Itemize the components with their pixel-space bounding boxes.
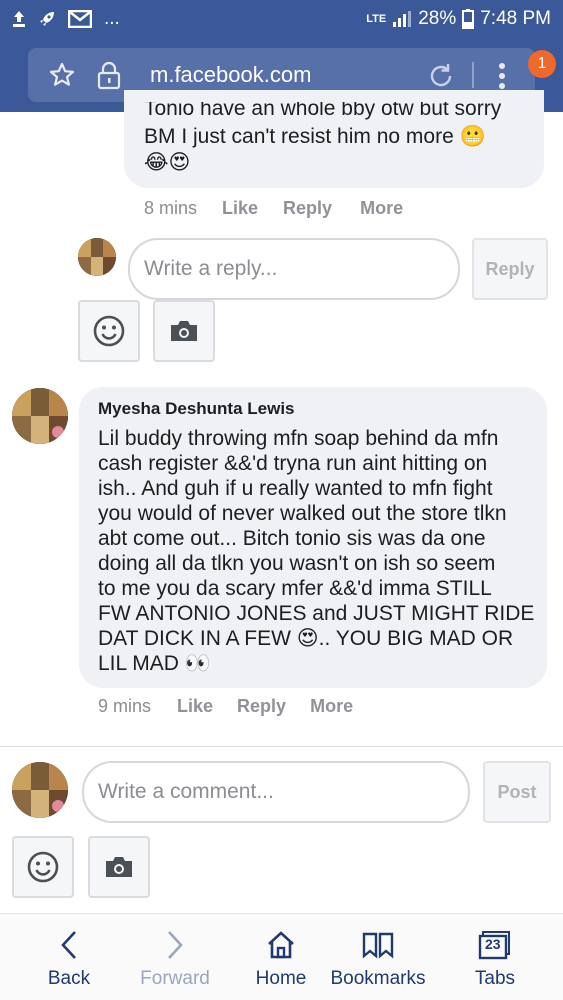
more-link[interactable]: More [310,696,353,717]
emoji-button[interactable] [12,836,74,898]
chevron-left-icon [60,928,78,962]
smiley-icon [93,315,125,347]
like-link[interactable]: Like [177,696,213,717]
camera-icon [106,857,132,877]
rocket-icon [38,10,56,28]
nav-bookmarks[interactable]: Bookmarks [318,914,438,1000]
reply-link[interactable]: Reply [237,696,286,717]
nav-back[interactable]: Back [14,914,124,1000]
screen: ... LTE 28% 7:48 PM m.facebook.com 1 Ton… [0,0,563,1000]
reply-button[interactable]: Reply [472,238,548,300]
nav-bookmarks-label: Bookmarks [330,968,426,989]
emoji-button[interactable] [78,300,140,362]
reply-placeholder: Write a reply... [144,257,278,280]
comment-bubble: Tonio have an whole bby otw but sorry BM… [124,90,544,188]
avatar[interactable] [12,762,68,818]
notification-icons: ... [12,8,120,30]
comment-actions: 9 mins Like Reply More [98,696,353,717]
clock: 7:48 PM [480,8,551,29]
nav-tabs-label: Tabs [474,968,516,989]
more-icon: ... [104,8,120,29]
nav-home-label: Home [255,968,307,989]
reply-input[interactable]: Write a reply... [128,238,460,300]
section-divider [0,746,563,747]
post-button[interactable]: Post [483,761,551,823]
system-status: LTE 28% 7:48 PM [366,8,551,30]
url-text[interactable]: m.facebook.com [150,62,311,88]
comment-line: doing all da tlkn you wasn't on ish so s… [98,552,496,575]
camera-icon [171,321,197,341]
comment-line: 😂😍 [144,151,191,174]
battery-icon [462,9,475,29]
lock-icon [96,60,122,95]
comment-bubble: Myesha Deshunta Lewis Lil buddy throwing… [79,387,547,688]
upload-icon [12,10,26,28]
network-label: LTE [366,13,387,25]
browser-bottom-nav: Back Forward Home Bookmarks 23 Tabs [0,913,563,1000]
avatar[interactable] [78,238,116,276]
nav-back-label: Back [47,968,91,989]
comment-line: you would of never walked out the store … [98,502,507,525]
status-bar: ... LTE 28% 7:48 PM [0,0,563,38]
comment-input[interactable]: Write a comment... [82,761,470,823]
tabs-icon: 23 [478,928,512,962]
comment-line: FW ANTONIO JONES and JUST MIGHT RIDE [98,602,535,625]
comment-line: Lil buddy throwing mfn soap behind da mf… [98,427,499,450]
comment-text: Lil buddy throwing mfn soap behind da mf… [98,426,538,676]
star-icon[interactable] [48,61,76,94]
bookmarks-icon [361,928,395,962]
comment-line: Tonio have an whole bby otw but sorry [144,102,502,120]
comment-line: to me you da scary mfer &&'d imma STILL [98,577,492,600]
gmail-icon [68,10,92,28]
comment-actions: 8 mins Like Reply More [144,198,403,219]
comment-line: DAT DICK IN A FEW 😍.. YOU BIG MAD OR [98,627,514,650]
reply-link[interactable]: Reply [283,198,332,219]
like-link[interactable]: Like [222,198,258,219]
smiley-icon [27,851,59,883]
home-icon [266,928,296,962]
comment-line: cash register &&'d tryna run aint hittin… [98,452,488,475]
photo-button[interactable] [88,836,150,898]
comment-timestamp: 9 mins [98,696,152,716]
battery-percent: 28% [418,8,457,29]
comment-placeholder: Write a comment... [98,780,274,803]
nav-forward-label: Forward [140,968,210,989]
chevron-right-icon [166,928,184,962]
comment-line: ish.. And guh if u really wanted to mfn … [98,477,493,500]
more-link[interactable]: More [360,198,403,219]
toolbar-divider [472,62,474,88]
tab-count: 23 [485,936,501,952]
nav-forward[interactable]: Forward [120,914,230,1000]
photo-button[interactable] [153,300,215,362]
nav-tabs[interactable]: 23 Tabs [440,914,550,1000]
comment-timestamp: 8 mins [144,198,198,218]
signal-icon [392,10,412,28]
comment-author[interactable]: Myesha Deshunta Lewis [98,399,295,419]
comment-line: abt come out... Bitch tonio sis was da o… [98,527,486,550]
menu-badge: 1 [528,50,556,78]
avatar[interactable] [12,388,68,444]
comment-line: LIL MAD 👀 [98,652,211,675]
comment-text: Tonio have an whole bby otw but sorry BM… [144,102,539,192]
comment-line: BM I just can't resist him no more 😬 [144,125,486,148]
